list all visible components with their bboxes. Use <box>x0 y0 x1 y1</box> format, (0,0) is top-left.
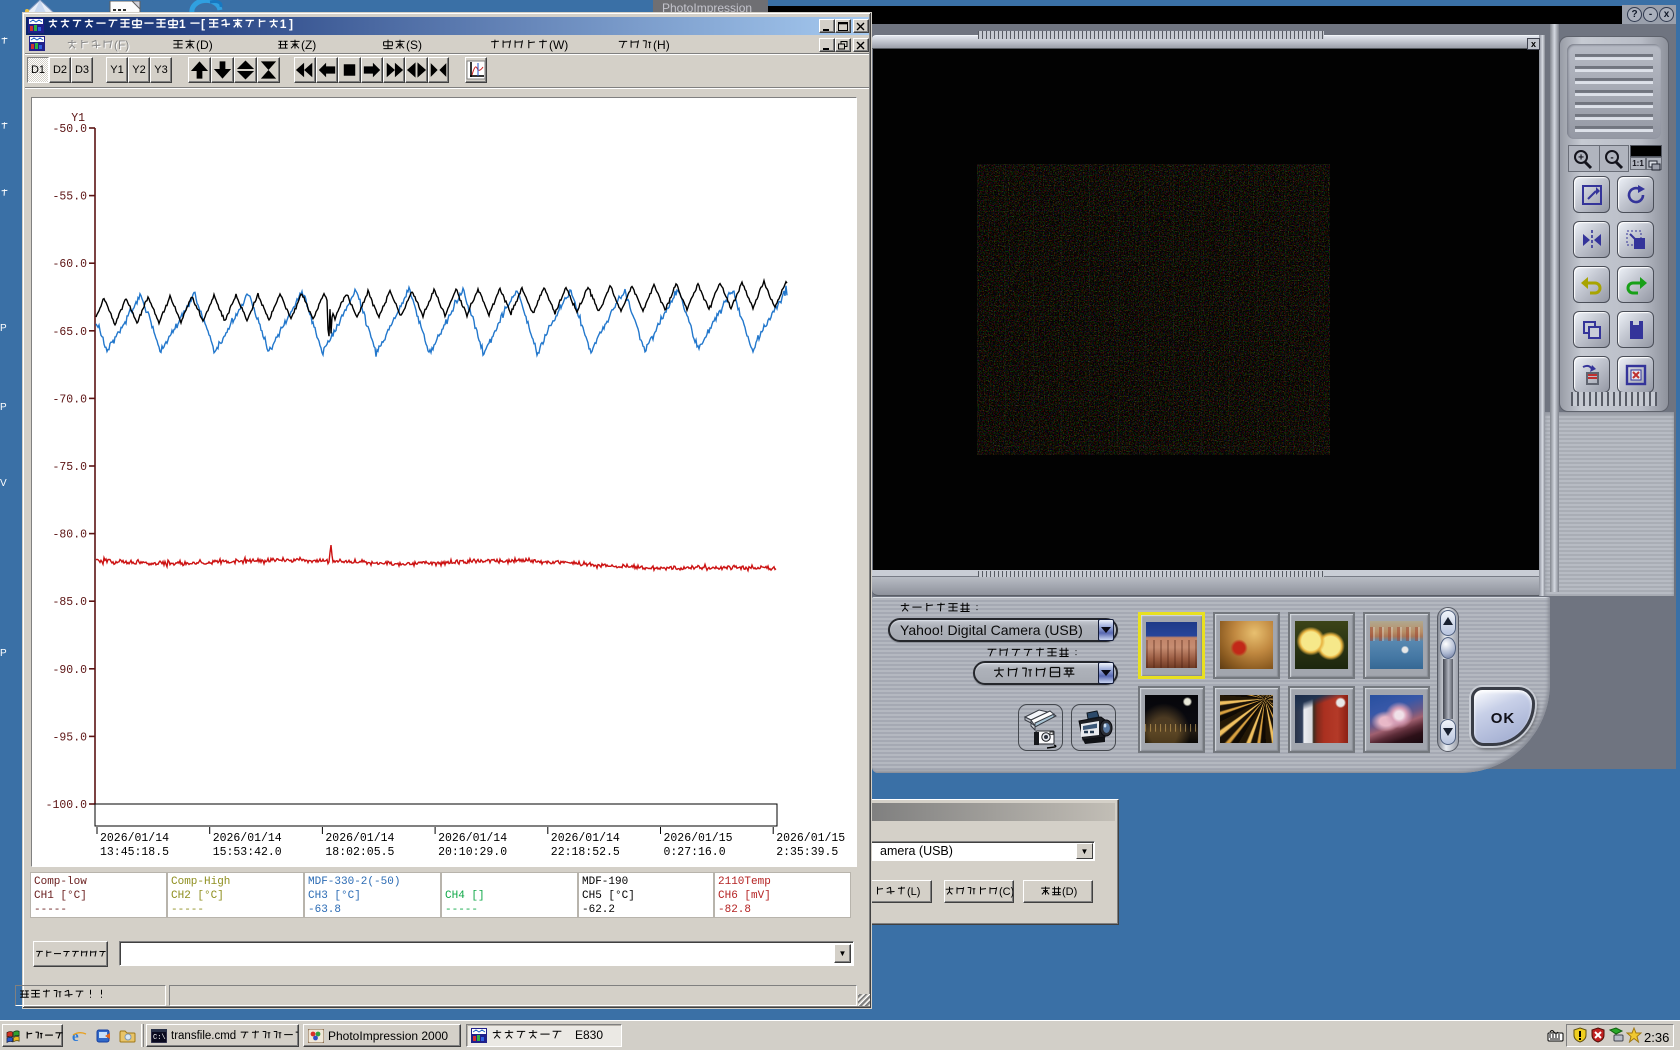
svg-text:13:45:18.5: 13:45:18.5 <box>100 846 169 859</box>
svg-text:15:53:42.0: 15:53:42.0 <box>213 846 282 859</box>
svg-text:(S): (S) <box>406 38 422 52</box>
svg-text:(L): (L) <box>907 886 920 898</box>
svg-text:e: e <box>72 1029 79 1044</box>
svg-text:(Z): (Z) <box>301 38 316 52</box>
svg-text:-60.0: -60.0 <box>52 258 87 271</box>
svg-text:(D): (D) <box>196 38 213 52</box>
svg-text:2026/01/15: 2026/01/15 <box>776 832 845 845</box>
svg-text:0:27:16.0: 0:27:16.0 <box>664 846 726 859</box>
svg-text:E830: E830 <box>575 1028 603 1042</box>
svg-text:2026/01/14: 2026/01/14 <box>551 832 620 845</box>
svg-text:2026/01/15: 2026/01/15 <box>664 832 733 845</box>
svg-text:(W): (W) <box>549 38 568 52</box>
svg-text:2026/01/14: 2026/01/14 <box>325 832 394 845</box>
svg-text:-75.0: -75.0 <box>52 461 87 474</box>
svg-text:+: + <box>1578 153 1584 164</box>
svg-text:20:10:29.0: 20:10:29.0 <box>438 846 507 859</box>
svg-text:-85.0: -85.0 <box>52 596 87 609</box>
svg-text:-70.0: -70.0 <box>52 393 87 406</box>
svg-text:[: [ <box>201 17 205 31</box>
svg-text:-50.0: -50.0 <box>52 123 87 136</box>
svg-text:-90.0: -90.0 <box>52 664 87 677</box>
svg-text:Yahoo! Digital Camera (USB): Yahoo! Digital Camera (USB) <box>900 622 1083 638</box>
svg-text:(C): (C) <box>999 886 1014 898</box>
svg-text:-80.0: -80.0 <box>52 529 87 542</box>
svg-text:C:\: C:\ <box>153 1034 166 1042</box>
svg-text:-65.0: -65.0 <box>52 326 87 339</box>
svg-text:-: - <box>1610 153 1613 164</box>
svg-text:(D): (D) <box>1062 886 1077 898</box>
svg-text:1]: 1] <box>280 17 293 31</box>
svg-text:1: 1 <box>179 17 186 31</box>
svg-text:(F): (F) <box>114 38 129 52</box>
svg-text:2026/01/14: 2026/01/14 <box>100 832 169 845</box>
svg-text:2026/01/14: 2026/01/14 <box>213 832 282 845</box>
svg-text:22:18:52.5: 22:18:52.5 <box>551 846 620 859</box>
svg-text:(H): (H) <box>653 38 670 52</box>
svg-text:-95.0: -95.0 <box>52 731 87 744</box>
svg-text:2:35:39.5: 2:35:39.5 <box>776 846 838 859</box>
svg-text:2026/01/14: 2026/01/14 <box>438 832 507 845</box>
svg-text:-100.0: -100.0 <box>46 799 88 812</box>
svg-text:18:02:05.5: 18:02:05.5 <box>325 846 394 859</box>
svg-text:-55.0: -55.0 <box>52 191 87 204</box>
